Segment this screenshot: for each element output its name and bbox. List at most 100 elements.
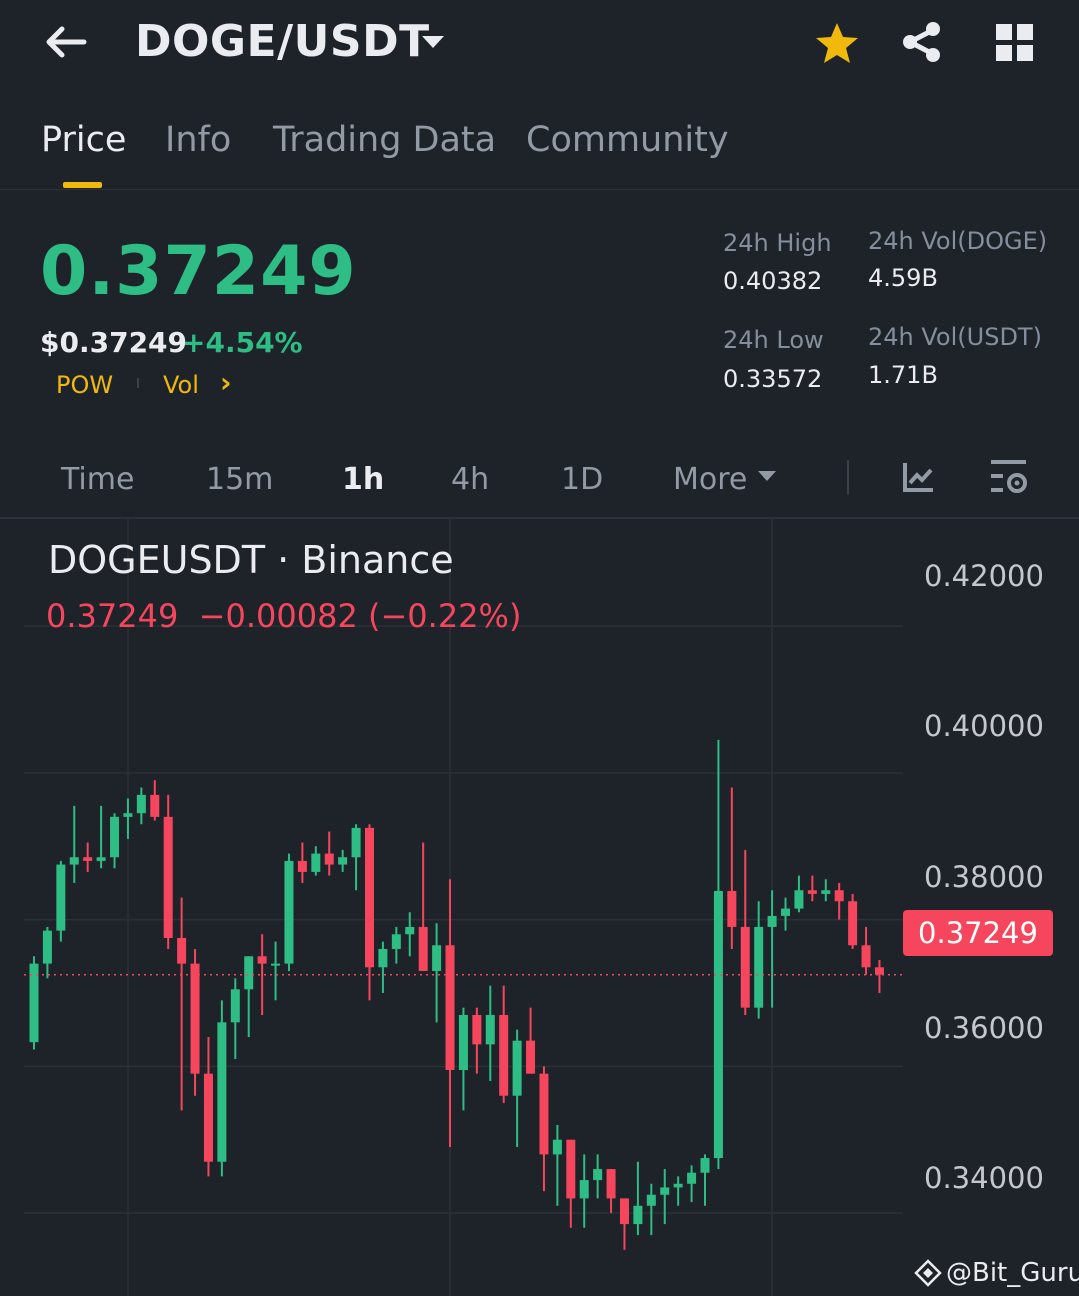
candle-body	[539, 1073, 549, 1155]
last-price: 0.37249	[40, 232, 357, 311]
current-price-label: 0.37249	[918, 916, 1038, 950]
candle-body	[633, 1205, 643, 1225]
candle-body	[190, 963, 200, 1074]
tab-community[interactable]: Community	[526, 120, 729, 160]
chart-title: DOGEUSDT · Binance	[48, 538, 454, 582]
candle-body	[660, 1187, 670, 1195]
candle-body	[552, 1139, 562, 1155]
chevron-right-icon[interactable]: ›	[220, 366, 232, 399]
candle-body	[526, 1040, 536, 1074]
candle-body	[351, 827, 361, 858]
candle-body	[230, 989, 240, 1023]
tag-pow[interactable]: POW	[56, 371, 113, 399]
candle-body	[378, 948, 388, 968]
more-caret-icon[interactable]	[758, 470, 776, 482]
candle-body	[794, 890, 804, 909]
caret-down-icon[interactable]	[421, 34, 445, 50]
back-arrow-icon[interactable]	[44, 24, 88, 60]
candle-body	[566, 1139, 576, 1199]
indicator-icon[interactable]	[902, 461, 934, 493]
y-tick-label: 0.36000	[924, 1011, 1044, 1045]
tag-separator	[137, 378, 139, 388]
tab-trading-data[interactable]: Trading Data	[273, 120, 496, 160]
vol-quote-label: 24h Vol(USDT)	[868, 323, 1042, 351]
y-tick-label: 0.34000	[924, 1161, 1044, 1195]
candle-body	[781, 908, 791, 916]
candle-body	[42, 930, 52, 964]
candle-body	[338, 857, 348, 865]
candle-body	[391, 934, 401, 949]
candle-body	[217, 1022, 227, 1162]
candle-body	[848, 901, 858, 946]
candle-body	[365, 827, 374, 968]
change-percent: +4.54%	[182, 326, 303, 359]
candlestick-chart[interactable]	[0, 519, 1079, 1296]
binance-logo-icon	[914, 1259, 942, 1287]
tag-vol[interactable]: Vol	[163, 371, 199, 399]
candle-body	[110, 816, 120, 858]
candle-body	[136, 794, 146, 814]
grid-icon[interactable]	[996, 24, 1034, 62]
candle-body	[324, 853, 334, 865]
candle-body	[593, 1169, 603, 1181]
active-tab-indicator	[63, 182, 102, 188]
chart-settings-icon[interactable]	[990, 459, 1030, 497]
chart-ohlc-readout: 0.37249 −0.00082 (−0.22%)	[46, 597, 522, 635]
candle-body	[123, 813, 133, 817]
high-value: 0.40382	[723, 267, 823, 295]
candle-body	[297, 860, 307, 872]
toolbar-separator	[847, 460, 849, 494]
candle-body	[56, 864, 66, 931]
candle-body	[646, 1194, 656, 1206]
candle-body	[754, 926, 764, 1008]
share-icon[interactable]	[900, 20, 944, 64]
candle-body	[874, 967, 884, 975]
candle-body	[405, 926, 415, 935]
candle-body	[767, 915, 777, 927]
candle-body	[150, 794, 160, 817]
candle-body	[163, 816, 173, 938]
header-divider	[0, 189, 1079, 190]
candle-body	[499, 1014, 509, 1096]
candle-body	[485, 1014, 495, 1045]
candle-body	[96, 857, 106, 861]
candle-body	[673, 1183, 683, 1188]
y-tick-label: 0.38000	[924, 860, 1044, 894]
star-icon[interactable]	[815, 22, 859, 64]
candle-body	[311, 853, 321, 872]
candle-body	[579, 1180, 589, 1199]
y-tick-label: 0.40000	[924, 709, 1044, 743]
vol-base-value: 4.59B	[868, 264, 938, 292]
low-label: 24h Low	[723, 326, 824, 354]
pair-title[interactable]: DOGE/USDT	[135, 16, 430, 67]
candle-body	[284, 860, 294, 964]
candle-body	[512, 1040, 522, 1096]
usd-price: $0.37249	[40, 326, 188, 359]
vol-quote-value: 1.71B	[868, 361, 938, 389]
timeframe-1d[interactable]: 1D	[561, 462, 603, 497]
candle-body	[69, 857, 79, 865]
candle-body	[700, 1158, 710, 1173]
candle-body	[713, 890, 723, 1159]
candle-body	[445, 945, 455, 1071]
candle-body	[177, 937, 187, 964]
tab-price[interactable]: Price	[41, 120, 126, 160]
candle-body	[432, 945, 442, 971]
timeframe-4h[interactable]: 4h	[451, 462, 489, 497]
vol-base-label: 24h Vol(DOGE)	[868, 227, 1048, 255]
y-tick-label: 0.42000	[924, 559, 1044, 593]
candle-body	[727, 890, 737, 927]
low-value: 0.33572	[723, 365, 823, 393]
candle-body	[472, 1014, 482, 1045]
tab-info[interactable]: Info	[165, 120, 231, 160]
high-label: 24h High	[723, 229, 832, 257]
candle-body	[203, 1073, 213, 1162]
timeframe-15m[interactable]: 15m	[206, 462, 273, 497]
timeframe-more[interactable]: More	[673, 462, 747, 497]
timeframe-1h[interactable]: 1h	[342, 462, 384, 497]
timeframe-time[interactable]: Time	[61, 462, 134, 497]
candle-body	[458, 1014, 468, 1071]
candle-body	[834, 890, 844, 902]
candle-body	[83, 857, 93, 861]
candle-body	[606, 1169, 616, 1199]
